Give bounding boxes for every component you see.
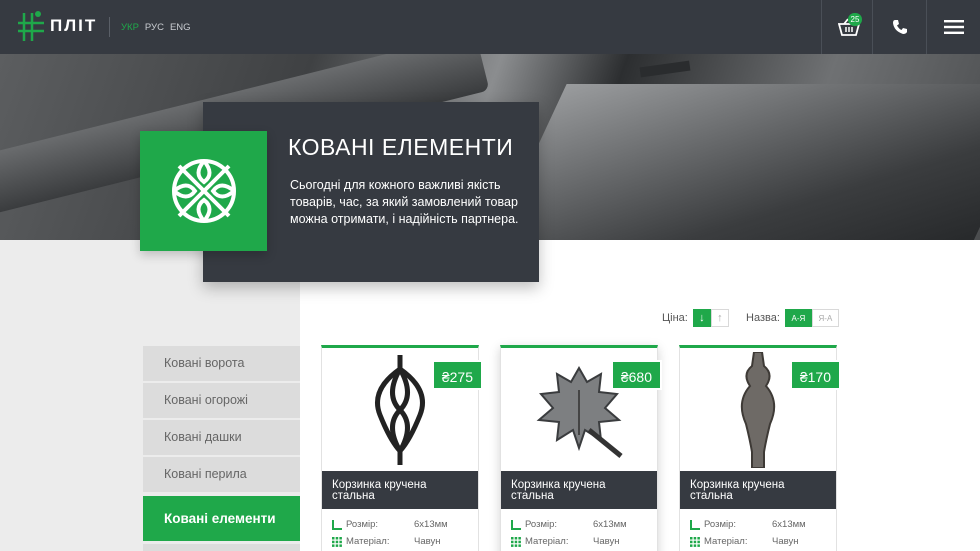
ruler-corner-icon xyxy=(690,519,700,530)
price-sort: Ціна: ↓ ↑ xyxy=(662,309,729,327)
price-sort-desc-button[interactable]: ↑ xyxy=(710,309,729,327)
spec-label: Матеріал: xyxy=(704,536,748,547)
header-divider xyxy=(109,17,110,37)
product-spec-size: Розмір: 6х13мм xyxy=(511,519,627,530)
product-name: Корзинка кручена стальна xyxy=(322,471,478,509)
product-spec-material: Матеріал: Чавун xyxy=(511,536,619,547)
phone-icon xyxy=(892,20,907,34)
product-spec-size: Розмір: 6х13мм xyxy=(332,519,448,530)
price-tag: ₴170 xyxy=(789,360,841,390)
hamburger-menu-icon xyxy=(943,20,964,34)
content-panel-top xyxy=(539,240,980,282)
spec-value: Чавун xyxy=(414,536,441,547)
spec-value: 6х13мм xyxy=(593,519,627,530)
sidebar-item-fences[interactable]: Ковані огорожі xyxy=(143,383,300,418)
product-spec-material: Матеріал: Чавун xyxy=(690,536,798,547)
logo-text: ПЛІТ xyxy=(50,16,98,35)
product-spec-material: Матеріал: Чавун xyxy=(332,536,440,547)
sidebar-item-gates[interactable]: Ковані ворота xyxy=(143,346,300,381)
top-header: ПЛІТ УКР РУС ENG 25 xyxy=(0,0,980,54)
menu-button[interactable] xyxy=(926,0,980,54)
spec-value: Чавун xyxy=(593,536,620,547)
name-sort-az-button[interactable]: А-Я xyxy=(784,309,812,327)
product-card[interactable]: ₴275 Корзинка кручена стальна Розмір: 6х… xyxy=(321,345,483,551)
product-name: Корзинка кручена стальна xyxy=(680,471,836,509)
name-sort-za-button[interactable]: Я-А xyxy=(811,309,839,327)
lang-rus[interactable]: РУС xyxy=(145,22,164,33)
sidebar-item-railings[interactable]: Ковані перила xyxy=(143,457,300,492)
spec-label: Розмір: xyxy=(525,519,558,530)
grid-icon xyxy=(690,536,700,547)
sidebar-item-canopies[interactable]: Ковані дашки xyxy=(143,420,300,455)
spec-label: Розмір: xyxy=(346,519,379,530)
name-sort: Назва: А-Я Я-А xyxy=(746,309,839,327)
page-description: Сьогодні для кожного важливі якість това… xyxy=(290,178,519,226)
spec-label: Матеріал: xyxy=(346,536,390,547)
spec-label: Розмір: xyxy=(704,519,737,530)
name-sort-label: Назва: xyxy=(746,312,780,324)
price-tag: ₴275 xyxy=(431,360,483,390)
spec-value: 6х13мм xyxy=(772,519,806,530)
lang-ukr[interactable]: УКР xyxy=(121,22,139,33)
price-sort-label: Ціна: xyxy=(662,312,688,324)
price-sort-asc-button[interactable]: ↓ xyxy=(692,309,711,327)
grid-icon xyxy=(332,536,342,547)
phone-button[interactable] xyxy=(872,0,926,54)
category-badge xyxy=(140,131,267,251)
cart-button[interactable]: 25 xyxy=(821,0,875,54)
spec-label: Матеріал: xyxy=(525,536,569,547)
ruler-corner-icon xyxy=(511,519,521,530)
product-card[interactable]: ₴680 Корзинка кручена стальна Розмір: 6х… xyxy=(500,345,662,551)
language-switcher: УКР РУС ENG xyxy=(121,22,191,33)
forged-ornament-icon xyxy=(171,159,236,223)
cart-count-badge: 25 xyxy=(848,13,862,26)
spec-value: Чавун xyxy=(772,536,799,547)
page-title: КОВАНІ ЕЛЕМЕНТИ xyxy=(288,134,514,160)
logo-mark-icon xyxy=(18,11,44,41)
product-spec-size: Розмір: 6х13мм xyxy=(690,519,806,530)
site-logo[interactable]: ПЛІТ xyxy=(16,9,97,43)
product-name: Корзинка кручена стальна xyxy=(501,471,657,509)
grid-icon xyxy=(511,536,521,547)
spec-value: 6х13мм xyxy=(414,519,448,530)
sidebar-item-elements[interactable]: Ковані елементи xyxy=(143,496,300,541)
product-card[interactable]: ₴170 Корзинка кручена стальна Розмір: 6х… xyxy=(679,345,841,551)
ruler-corner-icon xyxy=(332,519,342,530)
lang-eng[interactable]: ENG xyxy=(170,22,191,33)
price-tag: ₴680 xyxy=(610,360,662,390)
sidebar-item-more[interactable] xyxy=(143,544,300,551)
